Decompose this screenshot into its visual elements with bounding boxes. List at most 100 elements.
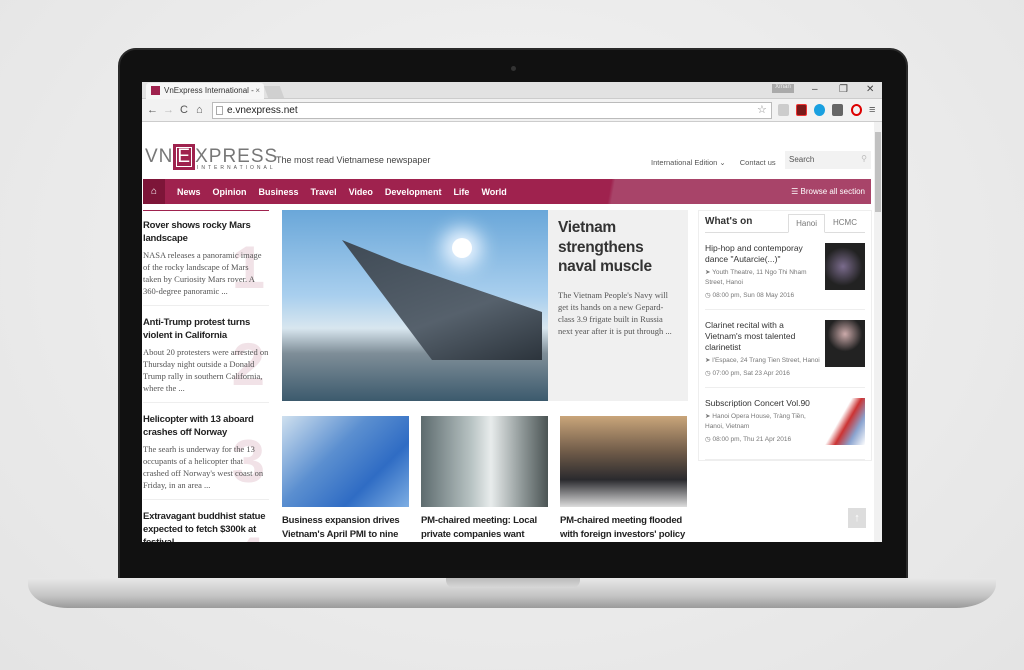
story-title[interactable]: Extravagant buddhist statue expected to … [143,510,269,542]
logo-xpress: XPRESS [195,146,279,167]
event-title[interactable]: Hip-hop and contemporay dance "Autarcie(… [705,243,823,265]
favicon-icon [151,86,160,95]
card-title[interactable]: PM-chaired meeting: Local private compan… [421,514,548,541]
logo-vn: VN [145,146,174,167]
user-badge[interactable]: Xman [772,84,794,93]
story-title[interactable]: Helicopter with 13 aboard crashes off No… [143,413,269,439]
news-card[interactable]: PM-chaired meeting: Local private compan… [421,416,548,541]
card-image[interactable] [560,416,687,507]
extension-icon[interactable] [778,104,789,116]
search-input[interactable]: Search ⚲ [785,151,871,169]
logo-sub: INTERNATIONAL [197,165,276,171]
hero-text: Vietnam strengthens naval muscle The Vie… [548,210,688,401]
home-icon[interactable]: ⌂ [196,104,203,116]
skype-icon[interactable] [814,104,825,116]
card-image[interactable] [282,416,409,507]
nav-home-icon[interactable]: ⌂ [143,179,165,204]
forward-icon[interactable]: → [163,104,174,116]
reload-icon[interactable]: C [180,104,188,116]
story-summary: The searh is underway for the 13 occupan… [143,444,264,490]
page-icon [216,106,223,115]
nav-opinion[interactable]: Opinion [213,187,247,197]
webcam [511,66,516,71]
story-summary: About 20 protesters were arrested on Thu… [143,347,269,393]
laptop-notch [446,578,580,588]
nav-video[interactable]: Video [349,187,373,197]
news-card[interactable]: PM-chaired meeting flooded with foreign … [560,416,687,541]
hero-summary: The Vietnam People's Navy will get its h… [558,289,672,336]
story-summary: NASA releases a panoramic image of the r… [143,250,262,296]
card-image[interactable] [421,416,548,507]
minimize-icon[interactable]: – [812,84,818,95]
menu-icon[interactable]: ≡ [869,104,875,116]
whats-on-panel: What's on Hanoi HCMC Hip-hop and contemp… [698,210,872,461]
pdf-extension-icon[interactable] [796,104,807,116]
main-nav: ⌂ News Opinion Business Travel Video Dev… [143,179,871,204]
tab-title: VnExpress International - [164,86,254,95]
tab-close-icon[interactable]: × [255,86,260,95]
tab-bar: VnExpress International - × Xman – ❐ ✕ [142,82,882,99]
contact-link[interactable]: Contact us [740,158,776,167]
notes-extension-icon[interactable] [832,104,843,116]
event-item[interactable]: Hip-hop and contemporay dance "Autarcie(… [705,233,865,310]
event-thumbnail[interactable] [825,320,865,367]
tab-hanoi[interactable]: Hanoi [788,214,825,233]
scrollbar-thumb[interactable] [875,132,881,212]
close-window-icon[interactable]: ✕ [866,84,874,95]
event-time: 08:00 pm, Sun 08 May 2016 [712,292,795,299]
browser-tab[interactable]: VnExpress International - × [146,83,264,99]
card-title[interactable]: PM-chaired meeting flooded with foreign … [560,514,687,541]
whats-on-title: What's on [705,216,753,227]
browser-window: VnExpress International - × Xman – ❐ ✕ ←… [142,82,882,542]
event-title[interactable]: Clarinet recital with a Vietnam's most t… [705,320,823,353]
nav-news[interactable]: News [177,187,201,197]
opera-icon[interactable] [851,104,862,116]
event-title[interactable]: Subscription Concert Vol.90 [705,398,823,409]
card-title[interactable]: Business expansion drives Vietnam's Apri… [282,514,409,541]
event-item[interactable]: Subscription Concert Vol.90 ➤ Hanoi Oper… [705,388,865,460]
toolbar: ← → C ⌂ e.vnexpress.net ☆ ≡ [142,99,882,122]
maximize-icon[interactable]: ❐ [839,84,848,95]
hero-image[interactable] [282,210,548,401]
event-item[interactable]: Clarinet recital with a Vietnam's most t… [705,310,865,388]
ship [342,240,542,360]
search-icon[interactable]: ⚲ [861,154,867,163]
nav-business[interactable]: Business [259,187,299,197]
new-tab-button[interactable] [263,86,285,98]
browse-all-sections[interactable]: ☰ Browse all section [791,187,865,196]
list-item[interactable]: 4 Extravagant buddhist statue expected t… [143,510,269,542]
event-place: Hanoi Opera House, Tràng Tiền, Hanoi, Vi… [705,413,806,430]
list-item[interactable]: 2 Anti-Trump protest turns violent in Ca… [143,316,269,403]
logo-e: E [173,144,196,170]
nav-travel[interactable]: Travel [311,187,337,197]
event-place: l'Espace, 24 Trang Tien Street, Hanoi [712,357,820,364]
tagline: The most read Vietnamese newspaper [276,155,431,165]
story-title[interactable]: Rover shows rocky Mars landscape [143,219,269,245]
address-bar[interactable]: e.vnexpress.net [212,102,772,119]
back-to-top-button[interactable]: ↑ [848,508,866,528]
list-item[interactable]: 3 Helicopter with 13 aboard crashes off … [143,413,269,500]
news-card[interactable]: Business expansion drives Vietnam's Apri… [282,416,409,541]
nav-development[interactable]: Development [385,187,442,197]
edition-dropdown[interactable]: International Edition ⌄ [651,158,726,167]
sun [452,238,472,258]
list-item[interactable]: 1 Rover shows rocky Mars landscape NASA … [143,219,269,306]
back-icon[interactable]: ← [147,104,158,116]
event-thumbnail[interactable] [825,398,865,445]
divider [143,210,269,211]
most-read-list: 1 Rover shows rocky Mars landscape NASA … [143,210,269,542]
story-title[interactable]: Anti-Trump protest turns violent in Cali… [143,316,269,342]
url-text: e.vnexpress.net [227,105,298,116]
search-placeholder: Search [789,155,815,164]
event-place: Youth Theatre, 11 Ngo Thi Nham Street, H… [705,269,807,286]
tab-hcmc[interactable]: HCMC [825,213,865,232]
nav-life[interactable]: Life [453,187,469,197]
site-logo[interactable]: VN E XPRESS INTERNATIONAL [145,144,279,171]
event-thumbnail[interactable] [825,243,865,290]
nav-world[interactable]: World [481,187,506,197]
bookmark-star-icon[interactable]: ☆ [757,103,767,116]
event-time: 07:00 pm, Sat 23 Apr 2016 [712,370,790,377]
webpage: VN E XPRESS INTERNATIONAL The most read Vi… [142,122,882,542]
hero-title[interactable]: Vietnam strengthens naval muscle [558,218,678,277]
scrollbar[interactable] [874,122,882,542]
